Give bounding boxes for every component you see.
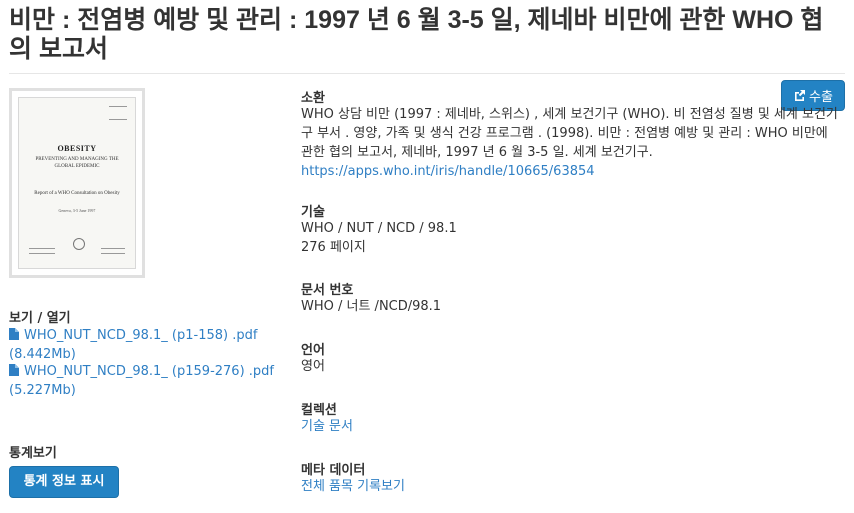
who-emblem-icon: [73, 238, 85, 250]
view-open-label: 보기 / 열기: [9, 311, 71, 326]
file-name-2: WHO_NUT_NCD_98.1_ (p159-276) .pdf: [24, 364, 274, 379]
doc-number-label: 문서 번호: [301, 283, 354, 298]
thumbnail-page: OBESITY PREVENTING AND MANAGING THE GLOB…: [18, 97, 136, 269]
collection-block: 기술 문서: [301, 417, 353, 436]
citation-url-link[interactable]: https://apps.who.int/iris/handle/10665/6…: [301, 164, 595, 179]
file-name-1: WHO_NUT_NCD_98.1_ (p1-158) .pdf: [24, 328, 258, 343]
thumbnail-report: Report of a WHO Consultation on Obesity: [34, 191, 120, 196]
citation-text: WHO 상담 비만 (1997 : 제네바, 스위스) , 세계 보건기구 (W…: [301, 107, 838, 160]
file-link-1[interactable]: WHO_NUT_NCD_98.1_ (p1-158) .pdf (8.442Mb…: [9, 326, 279, 364]
document-thumbnail[interactable]: OBESITY PREVENTING AND MANAGING THE GLOB…: [9, 88, 145, 278]
page-title: 비만 : 전염병 예방 및 관리 : 1997 년 6 월 3-5 일, 제네바…: [9, 6, 824, 63]
thumbnail-subtitle: PREVENTING AND MANAGING THE GLOBAL EPIDE…: [35, 157, 119, 169]
description-label: 기술: [301, 205, 325, 220]
metadata-block: 전체 품목 기록보기: [301, 477, 405, 496]
export-label: 수출: [809, 90, 833, 105]
doc-number-value: WHO / 너트 /NCD/98.1: [301, 299, 442, 314]
language-value: 영어: [301, 359, 325, 374]
file-size-1: (8.442Mb): [9, 347, 76, 362]
collection-label: 컬렉션: [301, 403, 337, 418]
thumbnail-header-mark: [109, 106, 127, 120]
description-block: WHO / NUT / NCD / 98.1 276 페이지: [301, 219, 457, 257]
full-record-link[interactable]: 전체 품목 기록보기: [301, 479, 405, 494]
stats-label: 통계보기: [9, 446, 57, 461]
file-icon: [9, 328, 19, 340]
description-line-1: WHO / NUT / NCD / 98.1: [301, 221, 457, 236]
description-line-2: 276 페이지: [301, 240, 366, 255]
metadata-label: 메타 데이터: [301, 463, 366, 478]
language-label: 언어: [301, 343, 325, 358]
show-stats-button[interactable]: 통계 정보 표시: [9, 466, 119, 498]
thumbnail-title: OBESITY: [57, 144, 97, 153]
export-icon: [795, 90, 806, 101]
file-size-2: (5.227Mb): [9, 383, 76, 398]
collection-link[interactable]: 기술 문서: [301, 419, 353, 434]
citation-label: 소환: [301, 91, 325, 106]
file-icon: [9, 364, 19, 376]
citation-block: WHO 상담 비만 (1997 : 제네바, 스위스) , 세계 보건기구 (W…: [301, 105, 841, 181]
thumbnail-footer-left: [29, 248, 55, 254]
file-link-2[interactable]: WHO_NUT_NCD_98.1_ (p159-276) .pdf (5.227…: [9, 362, 279, 400]
thumbnail-footer-right: [101, 248, 125, 254]
thumbnail-date: Geneva, 3-5 June 1997: [58, 208, 96, 213]
title-divider: [9, 73, 845, 74]
